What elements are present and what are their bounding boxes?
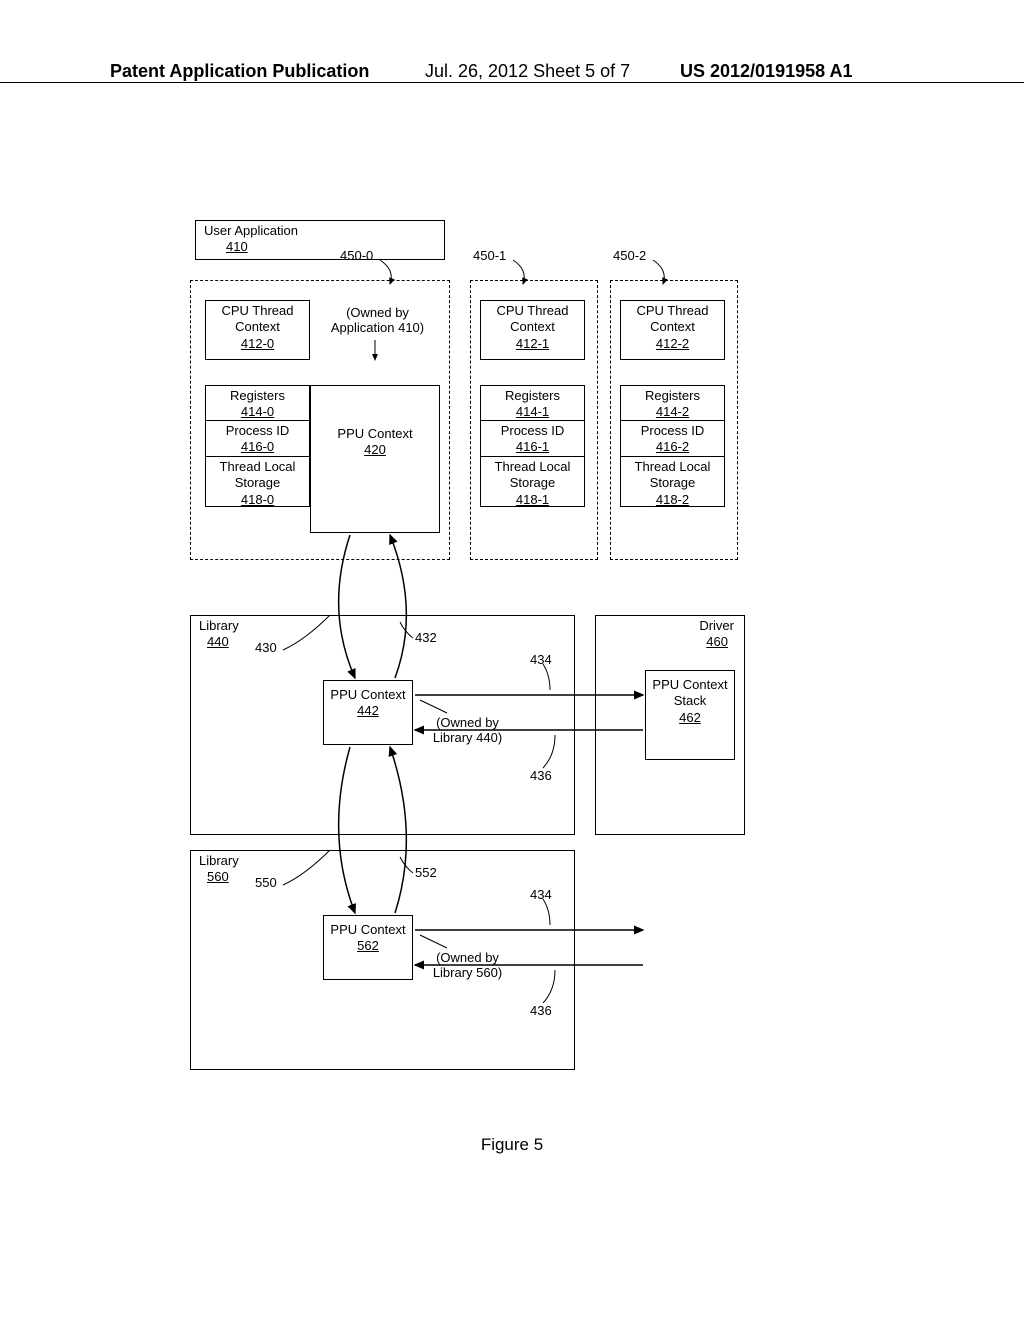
owned-by-lib560: (Owned by Library 560) xyxy=(420,950,515,980)
label-450-2: 450-2 xyxy=(613,248,646,263)
tls-2: Thread Local Storage 418-2 xyxy=(620,457,725,507)
label-434b: 434 xyxy=(530,887,552,902)
ctx2-n: 412-2 xyxy=(656,336,689,351)
pid1-n: 416-1 xyxy=(516,439,549,454)
label-450-1: 450-1 xyxy=(473,248,506,263)
lib560-t: Library xyxy=(199,853,239,868)
user-application-box: User Application 410 xyxy=(195,220,445,260)
reg0-n: 414-0 xyxy=(241,404,274,419)
ppu-context-562: PPU Context 562 xyxy=(323,915,413,980)
label-450-0: 450-0 xyxy=(340,248,373,263)
reg0-t: Registers xyxy=(230,388,285,403)
ppu562-n: 562 xyxy=(357,938,379,953)
owned-by-lib440: (Owned by Library 440) xyxy=(420,715,515,745)
ppu-context-442: PPU Context 442 xyxy=(323,680,413,745)
label-436a: 436 xyxy=(530,768,552,783)
label-430: 430 xyxy=(255,640,277,655)
cpu-thread-context-0: CPU Thread Context 412-0 xyxy=(205,300,310,360)
pid1-t: Process ID xyxy=(501,423,565,438)
label-432: 432 xyxy=(415,630,437,645)
driver-t: Driver xyxy=(699,618,734,633)
tls0-t: Thread Local Storage xyxy=(220,459,296,490)
label-550: 550 xyxy=(255,875,277,890)
process-id-1: Process ID 416-1 xyxy=(480,421,585,457)
reg1-n: 414-1 xyxy=(516,404,549,419)
ctx2-t: CPU Thread Context xyxy=(636,303,708,334)
app-title: User Application xyxy=(204,223,298,238)
header-left: Patent Application Publication xyxy=(110,61,369,82)
ppu442-t: PPU Context xyxy=(330,687,405,702)
ppu442-n: 442 xyxy=(357,703,379,718)
stack-n: 462 xyxy=(679,710,701,725)
tls-0: Thread Local Storage 418-0 xyxy=(205,457,310,507)
owned-by-app-410: (Owned by Application 410) xyxy=(320,305,435,335)
tls2-t: Thread Local Storage xyxy=(635,459,711,490)
cpu-thread-context-2: CPU Thread Context 412-2 xyxy=(620,300,725,360)
pid0-n: 416-0 xyxy=(241,439,274,454)
ctx1-n: 412-1 xyxy=(516,336,549,351)
lib560-n: 560 xyxy=(199,869,229,884)
stack-t: PPU Context Stack xyxy=(652,677,727,708)
process-id-0: Process ID 416-0 xyxy=(205,421,310,457)
registers-0: Registers 414-0 xyxy=(205,385,310,421)
tls0-n: 418-0 xyxy=(241,492,274,507)
label-436b: 436 xyxy=(530,1003,552,1018)
cpu-thread-context-1: CPU Thread Context 412-1 xyxy=(480,300,585,360)
ctx0-t: CPU Thread Context xyxy=(221,303,293,334)
ctx0-n: 412-0 xyxy=(241,336,274,351)
ppu420-n: 420 xyxy=(364,442,386,457)
pid2-t: Process ID xyxy=(641,423,705,438)
lib440-t: Library xyxy=(199,618,239,633)
tls1-t: Thread Local Storage xyxy=(495,459,571,490)
lib440-n: 440 xyxy=(199,634,229,649)
tls1-n: 418-1 xyxy=(516,492,549,507)
ppu-context-stack-462: PPU Context Stack 462 xyxy=(645,670,735,760)
process-id-2: Process ID 416-2 xyxy=(620,421,725,457)
pid0-t: Process ID xyxy=(226,423,290,438)
tls-1: Thread Local Storage 418-1 xyxy=(480,457,585,507)
label-434a: 434 xyxy=(530,652,552,667)
diagram-canvas: User Application 410 450-0 450-1 450-2 C… xyxy=(195,220,825,1090)
ctx1-t: CPU Thread Context xyxy=(496,303,568,334)
pid2-n: 416-2 xyxy=(656,439,689,454)
header-right: US 2012/0191958 A1 xyxy=(680,61,852,82)
registers-1: Registers 414-1 xyxy=(480,385,585,421)
app-num: 410 xyxy=(204,239,248,254)
ppu562-t: PPU Context xyxy=(330,922,405,937)
header-mid: Jul. 26, 2012 Sheet 5 of 7 xyxy=(425,61,630,82)
figure-caption: Figure 5 xyxy=(0,1135,1024,1155)
reg1-t: Registers xyxy=(505,388,560,403)
driver-n: 460 xyxy=(706,634,734,649)
label-552: 552 xyxy=(415,865,437,880)
ppu-context-420: PPU Context 420 xyxy=(310,385,440,533)
reg2-n: 414-2 xyxy=(656,404,689,419)
ppu420-t: PPU Context xyxy=(337,426,412,441)
tls2-n: 418-2 xyxy=(656,492,689,507)
registers-2: Registers 414-2 xyxy=(620,385,725,421)
reg2-t: Registers xyxy=(645,388,700,403)
